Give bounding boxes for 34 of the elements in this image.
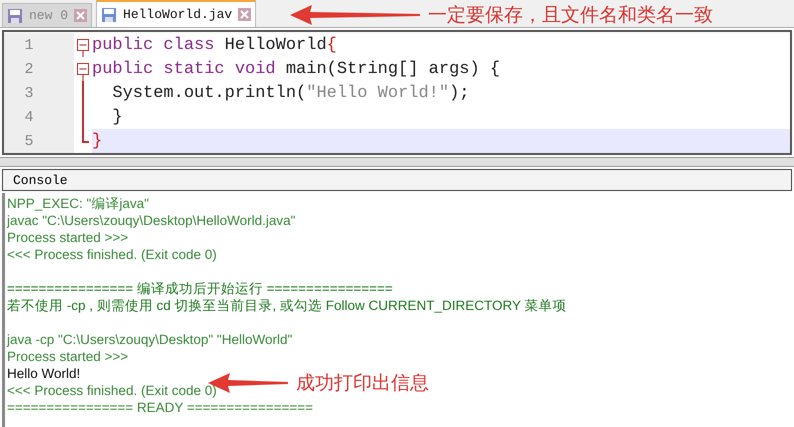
- close-icon[interactable]: [74, 9, 88, 22]
- console-line: Process started >>>: [7, 349, 128, 364]
- fold-toggle-icon[interactable]: [77, 39, 89, 57]
- console-line: Hello World!: [7, 366, 80, 381]
- code-line: }: [111, 108, 123, 126]
- code-line: System.out.println("Hello World!");: [111, 84, 470, 102]
- line-number: 2: [24, 60, 34, 78]
- line-number: 5: [24, 132, 34, 150]
- tab-label: new 0: [29, 8, 68, 23]
- code-line: public class HelloWorld{: [92, 36, 337, 54]
- console-line: <<< Process finished. (Exit code 0): [7, 383, 217, 398]
- annotation-text: 一定要保存，且文件名和类名一致: [428, 4, 713, 28]
- line-number: 1: [24, 36, 34, 54]
- line-number: 4: [24, 108, 34, 126]
- fold-toggle-icon[interactable]: [77, 63, 89, 81]
- console-line: <<< Process finished. (Exit code 0): [7, 247, 217, 262]
- save-icon: [101, 6, 118, 22]
- save-icon: [7, 8, 23, 24]
- console-line: ================ 编译成功后开始运行 ================: [7, 281, 393, 296]
- close-icon[interactable]: [238, 8, 252, 21]
- console-line: 若不使用 -cp , 则需使用 cd 切换至当前目录, 或勾选 Follow CURRENT_DIRECTORY 菜单项: [7, 298, 567, 313]
- annotation-text: 成功打印出信息: [296, 372, 429, 396]
- console-line: ================ READY ================: [7, 400, 314, 415]
- console-header: Console: [2, 169, 792, 191]
- console-line: Process started >>>: [7, 230, 128, 245]
- code-line: public static void main(String[] args) {: [92, 60, 500, 78]
- splitter-bar[interactable]: [0, 157, 794, 167]
- console-line: javac "C:\Users\zouqy\Desktop\HelloWorld.java": [7, 213, 296, 228]
- console-line: java -cp "C:\Users\zouqy\Desktop" "HelloWorld": [7, 332, 292, 347]
- tab-label: HelloWorld.jav: [123, 7, 232, 22]
- console-line: NPP_EXEC: "编译java": [7, 196, 149, 211]
- line-number: 3: [24, 84, 34, 102]
- file-tab[interactable]: HelloWorld.jav: [96, 0, 256, 27]
- code-line: }: [92, 132, 102, 150]
